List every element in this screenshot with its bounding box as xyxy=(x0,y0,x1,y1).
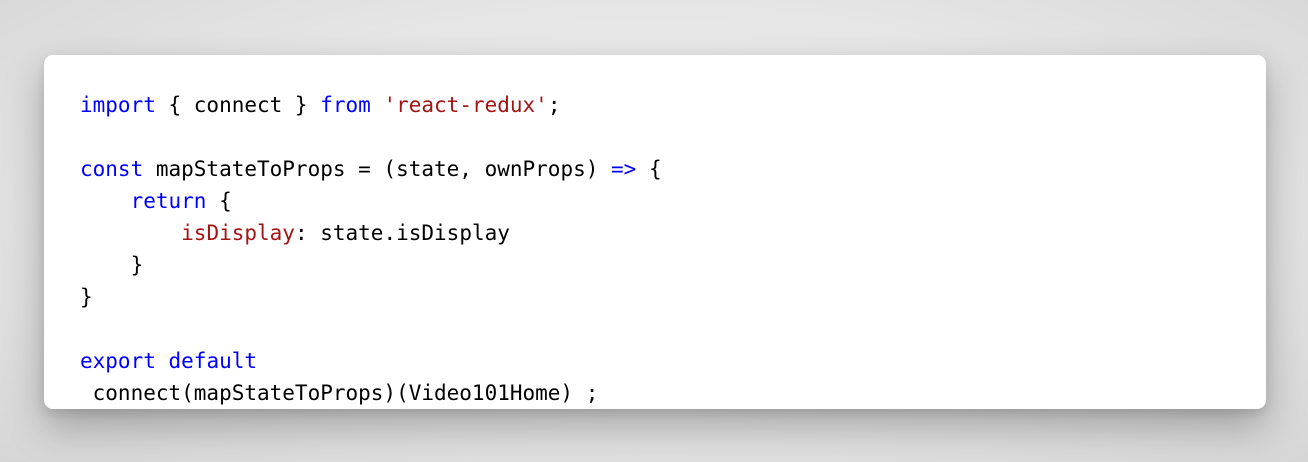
code-token: { xyxy=(206,189,232,213)
code-line: connect(mapStateToProps)(Video101Home) ; xyxy=(80,377,662,409)
code-token: const xyxy=(80,157,144,181)
code-line: return { xyxy=(80,185,662,217)
code-token: 'react-redux' xyxy=(383,93,548,117)
code-line: const mapStateToProps = (state, ownProps… xyxy=(80,153,662,185)
code-token: : state.isDisplay xyxy=(294,221,510,245)
code-token: return xyxy=(130,189,207,213)
code-snippet-card: import { connect } from 'react-redux'; c… xyxy=(44,55,1266,409)
code-token: export xyxy=(80,349,156,373)
code-block: import { connect } from 'react-redux'; c… xyxy=(80,89,662,409)
code-line: import { connect } from 'react-redux'; xyxy=(80,89,662,121)
code-line: isDisplay: state.isDisplay xyxy=(80,217,662,249)
code-token: connect(mapStateToProps)(Video101Home) ; xyxy=(80,381,599,405)
code-token: ; xyxy=(547,93,561,117)
code-token: mapStateToProps = (state, ownProps) xyxy=(143,157,612,181)
code-line: export default xyxy=(80,345,662,377)
code-line: } xyxy=(80,249,662,281)
code-token: } xyxy=(80,253,144,277)
code-token: { xyxy=(636,157,662,181)
code-token: } xyxy=(80,285,93,309)
code-token: default xyxy=(168,349,258,373)
code-token: => xyxy=(611,157,637,181)
code-token: isDisplay xyxy=(181,221,295,245)
code-token: { connect } xyxy=(155,93,321,117)
code-token: from xyxy=(320,93,371,117)
code-token: import xyxy=(80,93,156,117)
code-line: } xyxy=(80,281,662,313)
